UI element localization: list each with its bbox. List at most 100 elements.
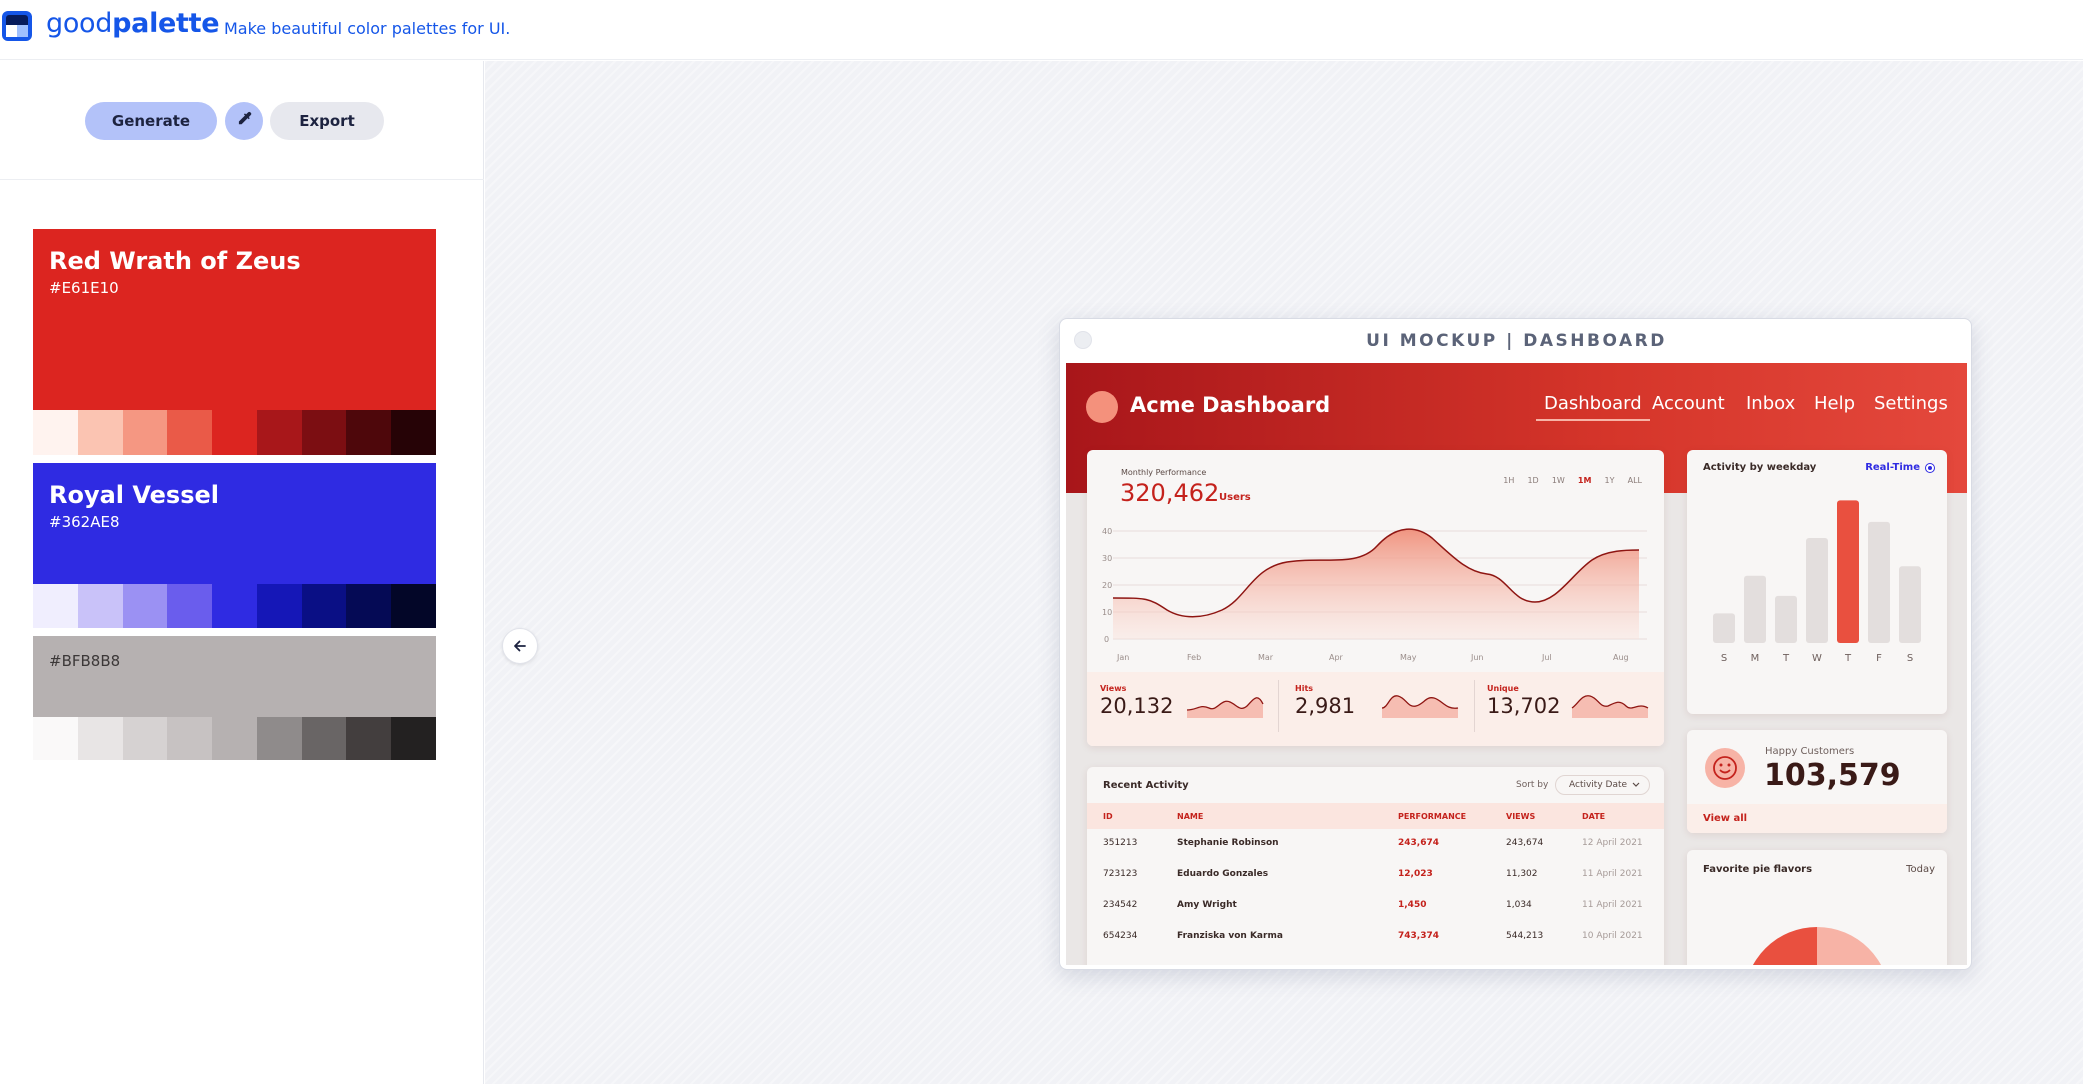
table-cell: 234542 [1103, 900, 1138, 910]
table-cell: 743,374 [1398, 931, 1439, 941]
weekday-bar [1837, 500, 1859, 643]
nav-inbox[interactable]: Inbox [1746, 393, 1795, 414]
month-label: Aug [1613, 653, 1629, 662]
weekday-label: M [1751, 653, 1760, 664]
app-logo-icon[interactable] [2, 11, 32, 41]
range-tab-1d[interactable]: 1D [1527, 476, 1538, 485]
brand-name[interactable]: goodpalette [46, 8, 220, 39]
shade-swatch[interactable] [346, 584, 392, 628]
shade-swatch[interactable] [77, 584, 123, 628]
shade-swatch[interactable] [212, 584, 257, 628]
shade-swatch[interactable] [301, 584, 347, 628]
col-performance[interactable]: PERFORMANCE [1398, 812, 1466, 821]
sort-dropdown[interactable]: Activity Date [1555, 775, 1650, 795]
shade-swatch[interactable] [301, 717, 347, 760]
generate-button[interactable]: Generate [85, 102, 217, 140]
view-all-link[interactable]: View all [1703, 813, 1747, 824]
palette-name: Red Wrath of Zeus [49, 247, 301, 275]
shade-swatch[interactable] [346, 717, 392, 760]
month-label: May [1400, 653, 1417, 662]
sparkline-hits [1381, 695, 1459, 718]
shade-swatch[interactable] [391, 410, 436, 455]
realtime-toggle-icon[interactable] [1925, 463, 1935, 473]
palette-card-gray[interactable]: #BFB8B8 [33, 636, 436, 760]
month-label: Feb [1187, 653, 1202, 662]
shade-swatch[interactable] [212, 717, 257, 760]
palette-main-swatch[interactable]: Royal Vessel #362AE8 [33, 463, 436, 584]
table-cell: 544,213 [1506, 931, 1544, 941]
shade-swatch[interactable] [167, 410, 213, 455]
shade-swatch[interactable] [391, 584, 436, 628]
col-date[interactable]: DATE [1582, 812, 1605, 821]
col-name[interactable]: NAME [1177, 812, 1203, 821]
color-picker-button[interactable] [225, 102, 263, 140]
weekday-bar [1713, 613, 1735, 643]
performance-label: Monthly Performance [1121, 468, 1207, 477]
palette-hex: #E61E10 [49, 279, 119, 297]
y-tick: 0 [1104, 635, 1109, 644]
shade-swatch[interactable] [33, 717, 78, 760]
dashboard-avatar [1086, 391, 1118, 423]
palette-hex: #BFB8B8 [49, 652, 121, 670]
shade-swatch[interactable] [301, 410, 347, 455]
range-tab-all[interactable]: ALL [1628, 476, 1642, 485]
shade-swatch[interactable] [212, 410, 257, 455]
range-tab-1w[interactable]: 1W [1552, 476, 1565, 485]
shade-swatch[interactable] [33, 584, 78, 628]
weekday-label: T [1844, 653, 1852, 664]
collapse-panel-button[interactable] [502, 628, 538, 664]
weekday-bar [1868, 521, 1890, 643]
month-label: Jul [1542, 653, 1552, 662]
shade-swatch[interactable] [167, 584, 213, 628]
y-tick: 40 [1102, 527, 1112, 536]
palette-main-swatch[interactable]: Red Wrath of Zeus #E61E10 [33, 229, 436, 410]
shade-swatch[interactable] [77, 410, 123, 455]
activity-title: Recent Activity [1103, 780, 1189, 791]
shade-swatch[interactable] [122, 584, 168, 628]
pie-period[interactable]: Today [1906, 864, 1935, 875]
shade-swatch[interactable] [256, 410, 302, 455]
weekday-label: S [1721, 653, 1727, 664]
dashboard-mockup: Acme Dashboard Dashboard Account Inbox H… [1066, 363, 1967, 965]
weekday-label: W [1812, 653, 1822, 664]
palette-main-swatch[interactable]: #BFB8B8 [33, 636, 436, 717]
stat-label-views: Views [1100, 684, 1127, 693]
realtime-label[interactable]: Real-Time [1865, 462, 1920, 473]
weekday-bar-chart: SMTWTFS [1713, 500, 1921, 664]
nav-help[interactable]: Help [1814, 393, 1855, 414]
y-tick: 30 [1102, 554, 1112, 563]
palette-card-red[interactable]: Red Wrath of Zeus #E61E10 [33, 229, 436, 455]
table-header [1087, 803, 1664, 829]
eyedropper-icon [238, 111, 252, 125]
shade-swatch[interactable] [122, 717, 168, 760]
stat-divider [1474, 680, 1475, 732]
col-views[interactable]: VIEWS [1506, 812, 1535, 821]
table-cell: 654234 [1103, 931, 1138, 941]
shade-swatch[interactable] [256, 717, 302, 760]
table-cell: 723123 [1103, 869, 1138, 879]
range-tab-1m[interactable]: 1M [1578, 476, 1592, 485]
nav-dashboard[interactable]: Dashboard [1536, 393, 1650, 421]
brand-name-light: good [46, 8, 113, 39]
nav-settings[interactable]: Settings [1874, 393, 1948, 414]
shade-swatch[interactable] [77, 717, 123, 760]
range-tab-1y[interactable]: 1Y [1605, 476, 1615, 485]
table-cell: 243,674 [1506, 838, 1544, 848]
stat-value-hits: 2,981 [1295, 694, 1356, 718]
shade-swatch[interactable] [391, 717, 436, 760]
performance-unit: Users [1219, 492, 1251, 503]
weekday-bar [1899, 566, 1921, 643]
shade-swatch[interactable] [346, 410, 392, 455]
shade-swatch[interactable] [122, 410, 168, 455]
customers-label: Happy Customers [1765, 746, 1855, 757]
col-id[interactable]: ID [1103, 812, 1113, 821]
palette-card-blue[interactable]: Royal Vessel #362AE8 [33, 463, 436, 628]
shade-swatch[interactable] [167, 717, 213, 760]
table-cell: 12,023 [1398, 869, 1433, 879]
top-bar: goodpalette Make beautiful color palette… [0, 0, 2083, 60]
shade-swatch[interactable] [256, 584, 302, 628]
export-button[interactable]: Export [270, 102, 384, 140]
nav-account[interactable]: Account [1652, 393, 1725, 414]
shade-swatch[interactable] [33, 410, 78, 455]
range-tab-1h[interactable]: 1H [1503, 476, 1514, 485]
